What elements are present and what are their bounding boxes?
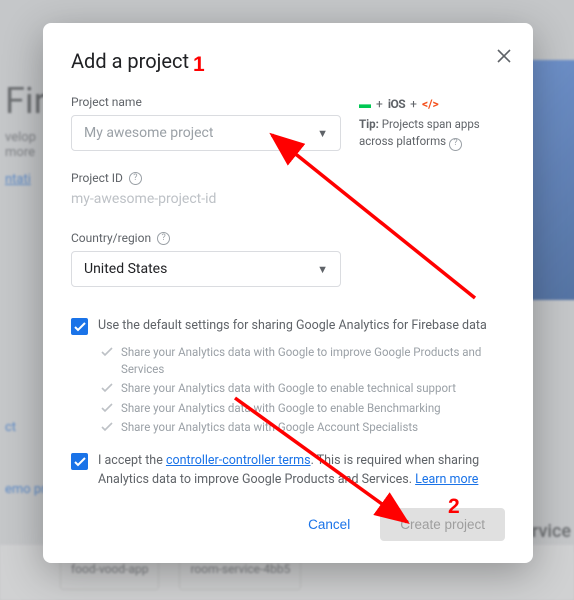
create-project-button[interactable]: Create project <box>380 508 505 541</box>
controller-terms-link[interactable]: controller-controller terms <box>166 453 311 468</box>
dialog-actions: Cancel Create project <box>71 508 505 541</box>
cancel-button[interactable]: Cancel <box>288 508 370 541</box>
project-id-label: Project ID ? <box>71 171 505 185</box>
sub-item: Share your Analytics data with Google to… <box>101 400 505 417</box>
annotation-2: 2 <box>448 495 460 519</box>
check-icon <box>101 422 113 432</box>
tip-panel: ▬ + iOS + </> Tip: Projects span apps ac… <box>359 95 505 151</box>
check-icon <box>101 383 113 393</box>
help-icon[interactable]: ? <box>157 232 170 245</box>
terms-checkbox-row: I accept the controller-controller terms… <box>71 452 505 490</box>
terms-text: I accept the controller-controller terms… <box>98 452 505 490</box>
annotation-1: 1 <box>193 53 205 77</box>
web-icon: </> <box>422 95 439 113</box>
plus-icon: + <box>410 95 417 113</box>
project-id-value: my-awesome-project-id <box>71 191 505 207</box>
check-icon <box>101 403 113 413</box>
analytics-sublist: Share your Analytics data with Google to… <box>101 344 505 436</box>
sub-item: Share your Analytics data with Google to… <box>101 380 505 397</box>
region-label: Country/region ? <box>71 231 505 245</box>
android-icon: ▬ <box>359 95 371 113</box>
help-icon[interactable]: ? <box>129 172 142 185</box>
region-value: United States <box>84 261 167 277</box>
dialog-title: Add a project <box>71 49 505 73</box>
learn-more-link[interactable]: Learn more <box>415 472 478 487</box>
project-name-placeholder: My awesome project <box>84 125 213 141</box>
close-button[interactable] <box>497 47 511 68</box>
ios-icon: iOS <box>388 95 405 113</box>
chevron-down-icon: ▼ <box>317 263 328 276</box>
sub-item: Share your Analytics data with Google to… <box>101 344 505 379</box>
analytics-label: Use the default settings for sharing Goo… <box>98 317 487 336</box>
check-icon <box>74 457 86 467</box>
plus-icon: + <box>376 95 383 113</box>
project-name-label: Project name <box>71 95 341 109</box>
tip-prefix: Tip: <box>359 117 379 131</box>
add-project-dialog: Add a project Project name My awesome pr… <box>43 23 533 563</box>
check-icon <box>101 347 113 357</box>
terms-checkbox[interactable] <box>71 453 88 470</box>
analytics-checkbox[interactable] <box>71 318 88 335</box>
help-icon[interactable]: ? <box>449 138 462 151</box>
close-icon <box>497 49 511 63</box>
chevron-down-icon: ▼ <box>317 127 328 140</box>
check-icon <box>74 322 86 332</box>
analytics-checkbox-row: Use the default settings for sharing Goo… <box>71 317 505 336</box>
sub-item: Share your Analytics data with Google Ac… <box>101 419 505 436</box>
region-select[interactable]: United States ▼ <box>71 251 341 287</box>
project-name-input[interactable]: My awesome project ▼ <box>71 115 341 151</box>
